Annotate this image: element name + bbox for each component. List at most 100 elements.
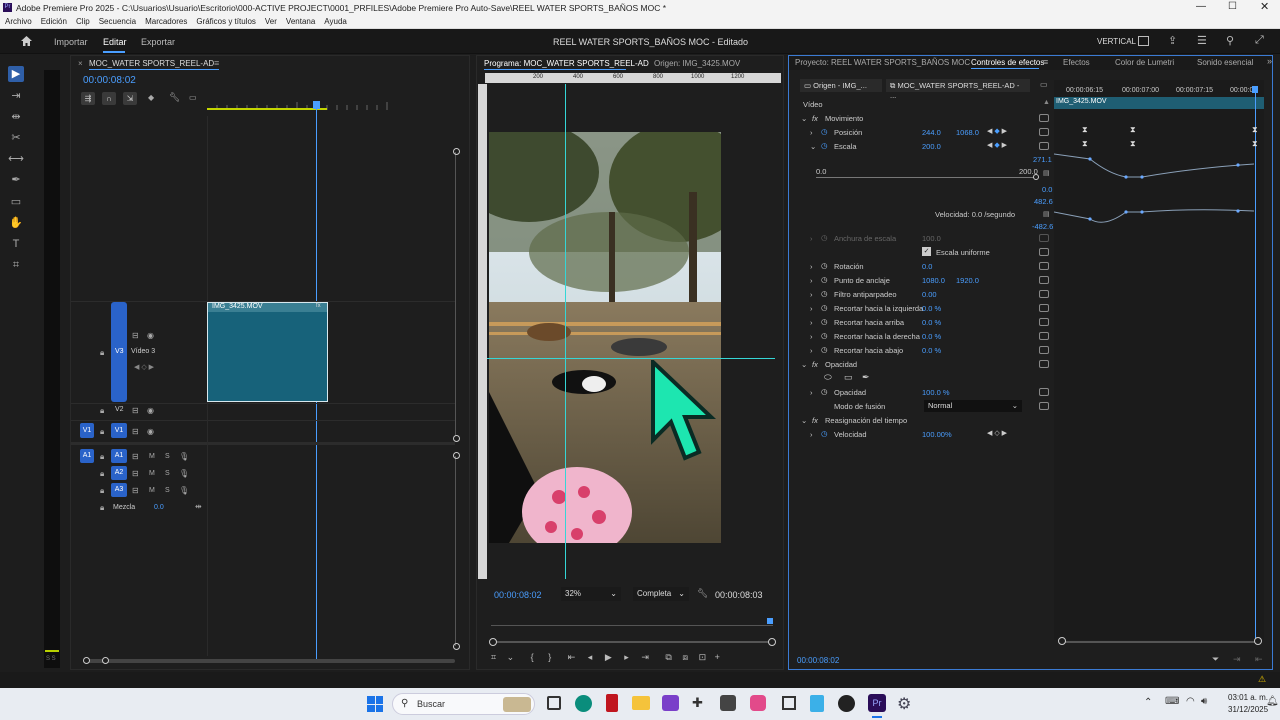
escala-stopwatch-icon[interactable]: ◷ — [821, 141, 828, 150]
wrench-icon[interactable]: 🔧︎ — [169, 92, 180, 103]
reasignacion-expand-icon[interactable]: ⌄ — [801, 416, 807, 425]
a2-mic-icon[interactable]: 🎙︎ — [179, 469, 189, 478]
layout-icon[interactable]: ☰ — [1197, 34, 1207, 47]
linked-selection-icon[interactable]: ∩ — [102, 92, 116, 105]
menu-item-0[interactable]: Archivo — [5, 17, 32, 26]
rectangle-tool-icon[interactable]: ▭ — [8, 194, 24, 210]
filter-icon[interactable]: ⏷ — [1212, 654, 1219, 665]
timeline-close-icon[interactable]: × — [78, 59, 83, 68]
antiparpadeo-expand-icon[interactable]: › — [810, 290, 813, 299]
clock-date[interactable]: 31/12/2025 — [1228, 705, 1268, 714]
zoom-dropdown[interactable]: 32% ⌄ — [561, 587, 621, 601]
lumetri-tab[interactable]: Color de Lumetri — [1115, 58, 1174, 67]
rec-izq-stopwatch-icon[interactable]: ◷ — [821, 303, 828, 312]
video-scroll-up-icon[interactable]: ▲ — [1043, 99, 1050, 106]
v3-lock-icon[interactable]: 🔒︎ — [100, 348, 104, 358]
escala-slider[interactable] — [816, 177, 1038, 178]
slip-tool-icon[interactable]: ⟷ — [8, 151, 24, 167]
program-tab[interactable]: Programa: MOC_WATER SPORTS_REEL-AD — [484, 59, 649, 68]
program-playhead[interactable] — [767, 618, 773, 624]
project-tab[interactable]: Proyecto: REEL WATER SPORTS_BAÑOS MOC — [795, 58, 970, 67]
extract-button[interactable]: ⧈ — [682, 652, 688, 662]
v1-sync-icon[interactable]: ⊟ — [132, 427, 139, 436]
a3-mute-button[interactable]: M — [149, 487, 155, 494]
volume-icon[interactable]: 🔊︎ — [1201, 696, 1207, 707]
a3-mic-icon[interactable]: 🎙︎ — [179, 486, 189, 495]
mark-out-button[interactable]: } — [548, 652, 551, 662]
menu-item-5[interactable]: Gráficos y títulos — [196, 17, 256, 26]
efectos-tab[interactable]: Efectos — [1063, 58, 1090, 67]
anchura-stopwatch-icon[interactable]: ◷ — [821, 233, 828, 242]
a3-sync-icon[interactable]: ⊟ — [132, 486, 139, 495]
mix-lock-icon[interactable]: 🔒︎ — [100, 503, 104, 513]
app-colorful-icon[interactable] — [750, 695, 766, 711]
task-view-icon[interactable] — [547, 696, 561, 710]
rec-izq-reset-icon[interactable] — [1039, 304, 1049, 312]
a1-source-patch[interactable]: A1 — [80, 449, 94, 463]
go-to-in-button[interactable]: ⇤ — [568, 652, 576, 662]
velocidad-stopwatch-icon[interactable]: ◷ — [821, 429, 828, 438]
escala-value[interactable]: 200.0 — [922, 142, 941, 151]
antiparpadeo-value[interactable]: 0.00 — [922, 290, 937, 299]
more-panels-icon[interactable]: » — [1267, 56, 1272, 66]
search-icon[interactable]: ⚲ — [1226, 34, 1234, 47]
opacidad-reset-icon[interactable] — [1039, 388, 1049, 396]
work-area-bar[interactable] — [207, 108, 327, 110]
app-purple-icon[interactable] — [662, 695, 679, 711]
menu-item-3[interactable]: Secuencia — [99, 17, 136, 26]
mark-in-button[interactable]: { — [531, 652, 534, 662]
add-marker-button[interactable]: ⌗ — [491, 652, 496, 662]
fx-reasignacion-icon[interactable]: fx — [812, 416, 818, 425]
a2-sync-icon[interactable]: ⊟ — [132, 469, 139, 478]
anclaje-expand-icon[interactable]: › — [810, 276, 813, 285]
minimize-button[interactable]: — — [1196, 1, 1206, 12]
razor-tool-icon[interactable]: ✂ — [8, 130, 24, 146]
rec-der-stopwatch-icon[interactable]: ◷ — [821, 331, 828, 340]
movimiento-reset-icon[interactable] — [1039, 114, 1049, 122]
opacidad-stopwatch-icon[interactable]: ◷ — [821, 387, 828, 396]
escala-expand-icon[interactable]: ⌄ — [810, 142, 816, 151]
menu-item-2[interactable]: Clip — [76, 17, 90, 26]
program-timecode-in[interactable]: 00:00:08:02 — [494, 590, 542, 600]
opacidad-group-reset-icon[interactable] — [1039, 360, 1049, 368]
rec-abj-value[interactable]: 0.0 % — [922, 346, 941, 355]
a1-mic-icon[interactable]: 🎙︎ — [179, 452, 189, 461]
anclaje-x[interactable]: 1080.0 — [922, 276, 945, 285]
file-explorer-icon[interactable] — [632, 696, 650, 710]
a1-lock-icon[interactable]: 🔒︎ — [100, 452, 104, 462]
velocidad-keyframe-nav[interactable]: ◀ ◇ ▶ — [987, 429, 1007, 437]
posicion-x[interactable]: 244.0 — [922, 128, 941, 137]
v2-lock-icon[interactable]: 🔒︎ — [100, 406, 104, 416]
toggle-timeline-icon[interactable]: ▭ — [1040, 80, 1048, 89]
v1-source-patch[interactable]: V1 — [80, 423, 94, 438]
clock-time[interactable]: 03:01 a. m. — [1228, 693, 1268, 702]
keyboard-icon[interactable]: ⌨ — [1165, 696, 1179, 707]
menu-item-4[interactable]: Marcadores — [145, 17, 187, 26]
horizontal-guide[interactable] — [487, 358, 775, 359]
go-to-out-button[interactable]: ⇥ — [641, 652, 649, 662]
escala-uniforme-checkbox[interactable]: ✓ — [922, 247, 931, 256]
posicion-y[interactable]: 1068.0 — [956, 128, 979, 137]
timeline-menu-icon[interactable]: ≡ — [214, 58, 219, 68]
workspace-label[interactable]: VERTICAL — [1097, 37, 1136, 46]
ec-keyframe-area[interactable]: 00:00:06:15 00:00:07:00 00:00:07:15 00:0… — [1054, 80, 1264, 645]
video-frame[interactable] — [489, 132, 721, 543]
a1-sync-icon[interactable]: ⊟ — [132, 452, 139, 461]
fusion-dropdown[interactable]: Normal ⌄ — [924, 400, 1022, 412]
graph2-icon[interactable]: ▤ — [1043, 210, 1050, 218]
rec-izq-expand-icon[interactable]: › — [810, 304, 813, 313]
rec-arr-expand-icon[interactable]: › — [810, 318, 813, 327]
menu-item-6[interactable]: Ver — [265, 17, 277, 26]
opacidad-value[interactable]: 100.0 % — [922, 388, 950, 397]
source-tab[interactable]: Origen: IMG_3425.MOV — [654, 59, 740, 68]
rec-abj-reset-icon[interactable] — [1039, 346, 1049, 354]
editar-tab[interactable]: Editar — [103, 37, 127, 47]
rec-der-expand-icon[interactable]: › — [810, 332, 813, 341]
track-select-tool-icon[interactable]: ⇥ — [8, 88, 24, 104]
app-tool-icon[interactable] — [782, 696, 796, 710]
menu-item-7[interactable]: Ventana — [286, 17, 315, 26]
caption-tool-icon[interactable]: ⌗ — [8, 257, 24, 273]
a1-solo-button[interactable]: S — [165, 453, 170, 460]
timeline-tab[interactable]: MOC_WATER SPORTS_REEL-AD — [89, 59, 214, 68]
posicion-keyframe-nav[interactable]: ◀ ◆ ▶ — [987, 127, 1007, 135]
